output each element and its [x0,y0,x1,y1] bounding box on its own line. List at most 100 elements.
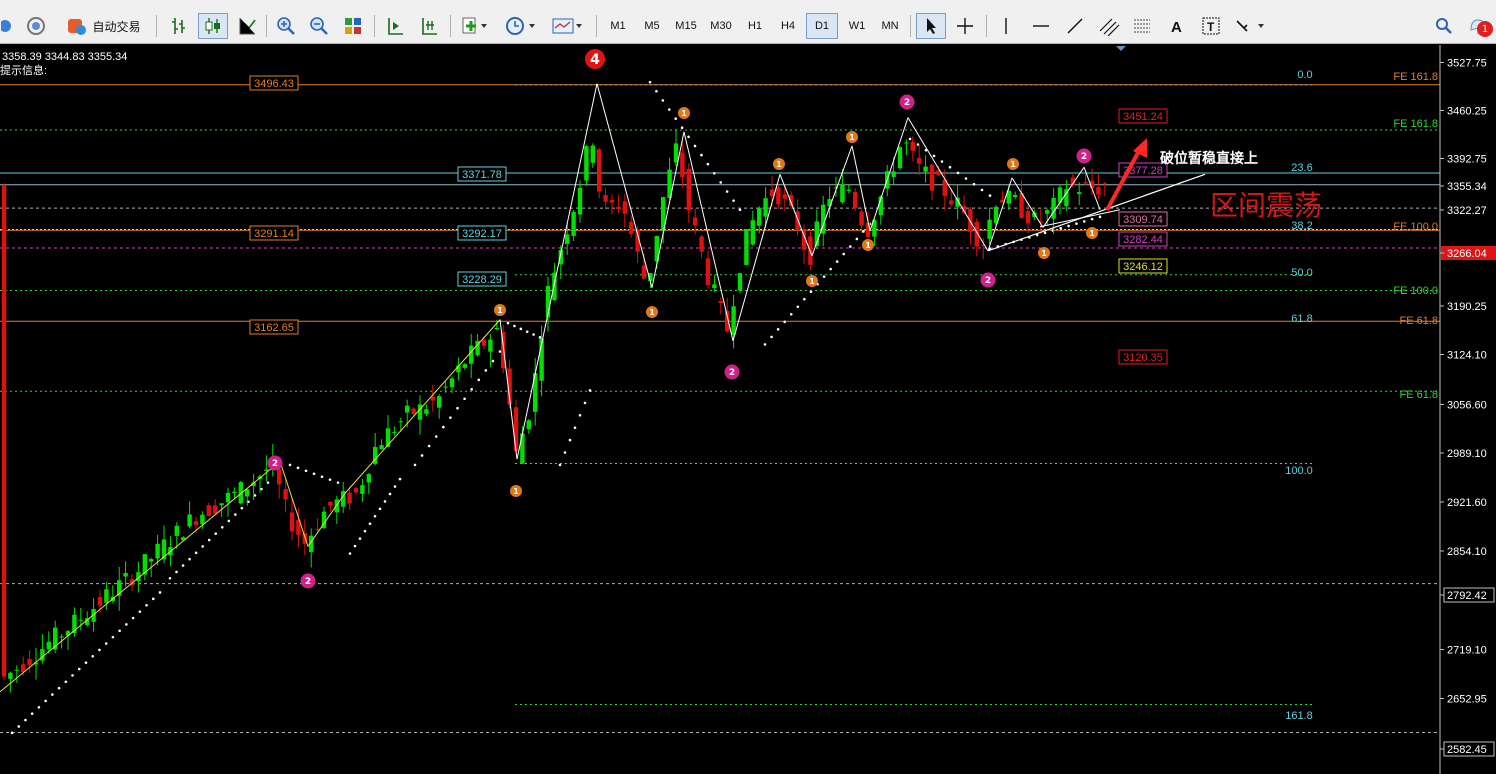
sar-dot [964,177,968,180]
signals-icon[interactable] [22,13,50,39]
sar-dot [328,478,332,481]
auto-scroll-icon[interactable] [414,13,444,39]
candle-body [449,378,455,388]
candle [456,357,461,381]
candle [462,362,467,371]
timeframe-m1[interactable]: M1 [602,13,634,39]
chart-shift-marker [1116,46,1126,51]
periods-clock-icon[interactable] [500,13,542,39]
trend-line-icon[interactable] [1060,13,1090,39]
breakout-arrow-shaft [1105,148,1142,211]
candle [117,566,122,611]
candle-body [910,142,915,151]
crosshair-icon[interactable] [950,13,980,39]
price-axis-label: 3322.27 [1447,205,1487,217]
price-axis-tick: 3392.75 [1440,154,1487,166]
timeframe-mn[interactable]: MN [874,13,906,39]
timeframe-m5[interactable]: M5 [636,13,668,39]
line-chart-icon[interactable] [232,13,262,39]
text-label-icon[interactable]: T [1196,13,1226,39]
price-axis-label: 2652.95 [1447,694,1487,706]
candle [366,473,371,495]
candle-body [213,505,218,514]
price-level-label: 3292.17 [457,225,507,241]
candle [385,415,391,448]
price-axis-label: 3355.34 [1447,181,1487,193]
candle-body [27,658,32,666]
timeframe-h1[interactable]: H1 [740,13,770,39]
candle [917,143,922,175]
candle [1096,173,1101,200]
wave-label-text: 2 [272,459,278,469]
equidistant-channel-icon[interactable] [1094,13,1124,39]
sar-dot [506,321,510,325]
info-label: 提示信息: [0,63,47,77]
wave-label-text: 1 [497,306,503,315]
candle-body [123,572,128,577]
candle-body [1013,194,1018,198]
sar-dot [320,475,324,479]
horizontal-line-icon[interactable] [1026,13,1056,39]
arrows-shapes-icon[interactable] [1230,13,1270,39]
candle [27,650,32,673]
mt4-window: 自动交易 M1 M5 M15 M30 H1 H4 D1 W1 MN A T 1 … [0,0,1496,774]
sar-dot [201,545,204,548]
candle-body [853,191,858,209]
wave-label: 2 [724,364,740,380]
sar-dot [188,557,191,561]
search-icon[interactable] [1430,13,1458,39]
candle [590,143,595,168]
timeframe-m15[interactable]: M15 [670,13,702,39]
zoom-in-icon[interactable] [272,13,300,39]
bar-chart-icon[interactable] [164,13,194,39]
candlestick-icon[interactable] [198,13,228,39]
candle-body [1064,189,1069,206]
auto-trading-button[interactable]: 自动交易 [56,13,150,39]
price-axis-tick: 2854.10 [1440,546,1487,558]
text-tool-icon[interactable]: A [1162,13,1192,39]
candle [597,147,602,199]
sar-dot [358,537,362,540]
sar-dot [373,514,377,518]
profiles-icon[interactable] [0,13,16,39]
timeframe-h4[interactable]: H4 [772,13,804,39]
candle-body [526,420,531,430]
zoom-out-icon[interactable] [305,13,333,39]
vertical-line-icon[interactable] [992,13,1020,39]
sar-dot [145,603,148,607]
sar-dot [220,525,224,529]
sar-dot [312,472,316,476]
timeframe-d1[interactable]: D1 [806,13,838,39]
wave-label-text: 1 [1010,160,1016,169]
candle-body [731,306,736,335]
tile-windows-icon[interactable] [338,13,368,39]
wave-segment [811,145,853,256]
sar-dot [378,507,382,511]
timeframe-m30[interactable]: M30 [704,13,738,39]
sar-dot [803,297,806,301]
candle-body [584,146,589,181]
candle [693,208,698,235]
price-level-label: 3371.78 [457,166,507,182]
wave-label: 1 [646,306,658,318]
cursor-arrow-icon[interactable] [916,13,946,39]
price-chart[interactable]: 3358.39 3344.83 3355.34提示信息: 1 1 1 1 1 1 1 1 1 1 1 2… [0,45,1496,774]
candle [974,218,979,257]
candle [616,194,621,214]
sar-dot [420,454,424,457]
templates-icon[interactable] [548,13,588,39]
timeframe-w1[interactable]: W1 [842,13,872,39]
sar-dot [10,731,14,735]
chart-shift-icon[interactable] [380,13,410,39]
indicators-icon[interactable] [456,13,494,39]
sar-dot [240,506,244,510]
price-axis-tick: 2582.45 [1440,741,1495,757]
price-level-label: 3496.43 [249,75,299,91]
wave-label: 1 [510,485,522,497]
sar-dot [661,99,665,102]
price-level-text: 3496.43 [254,78,294,90]
sar-dot [368,522,372,526]
fibonacci-retracement-icon[interactable] [1128,13,1158,39]
sar-dot [693,144,697,148]
candle-body [501,332,506,369]
